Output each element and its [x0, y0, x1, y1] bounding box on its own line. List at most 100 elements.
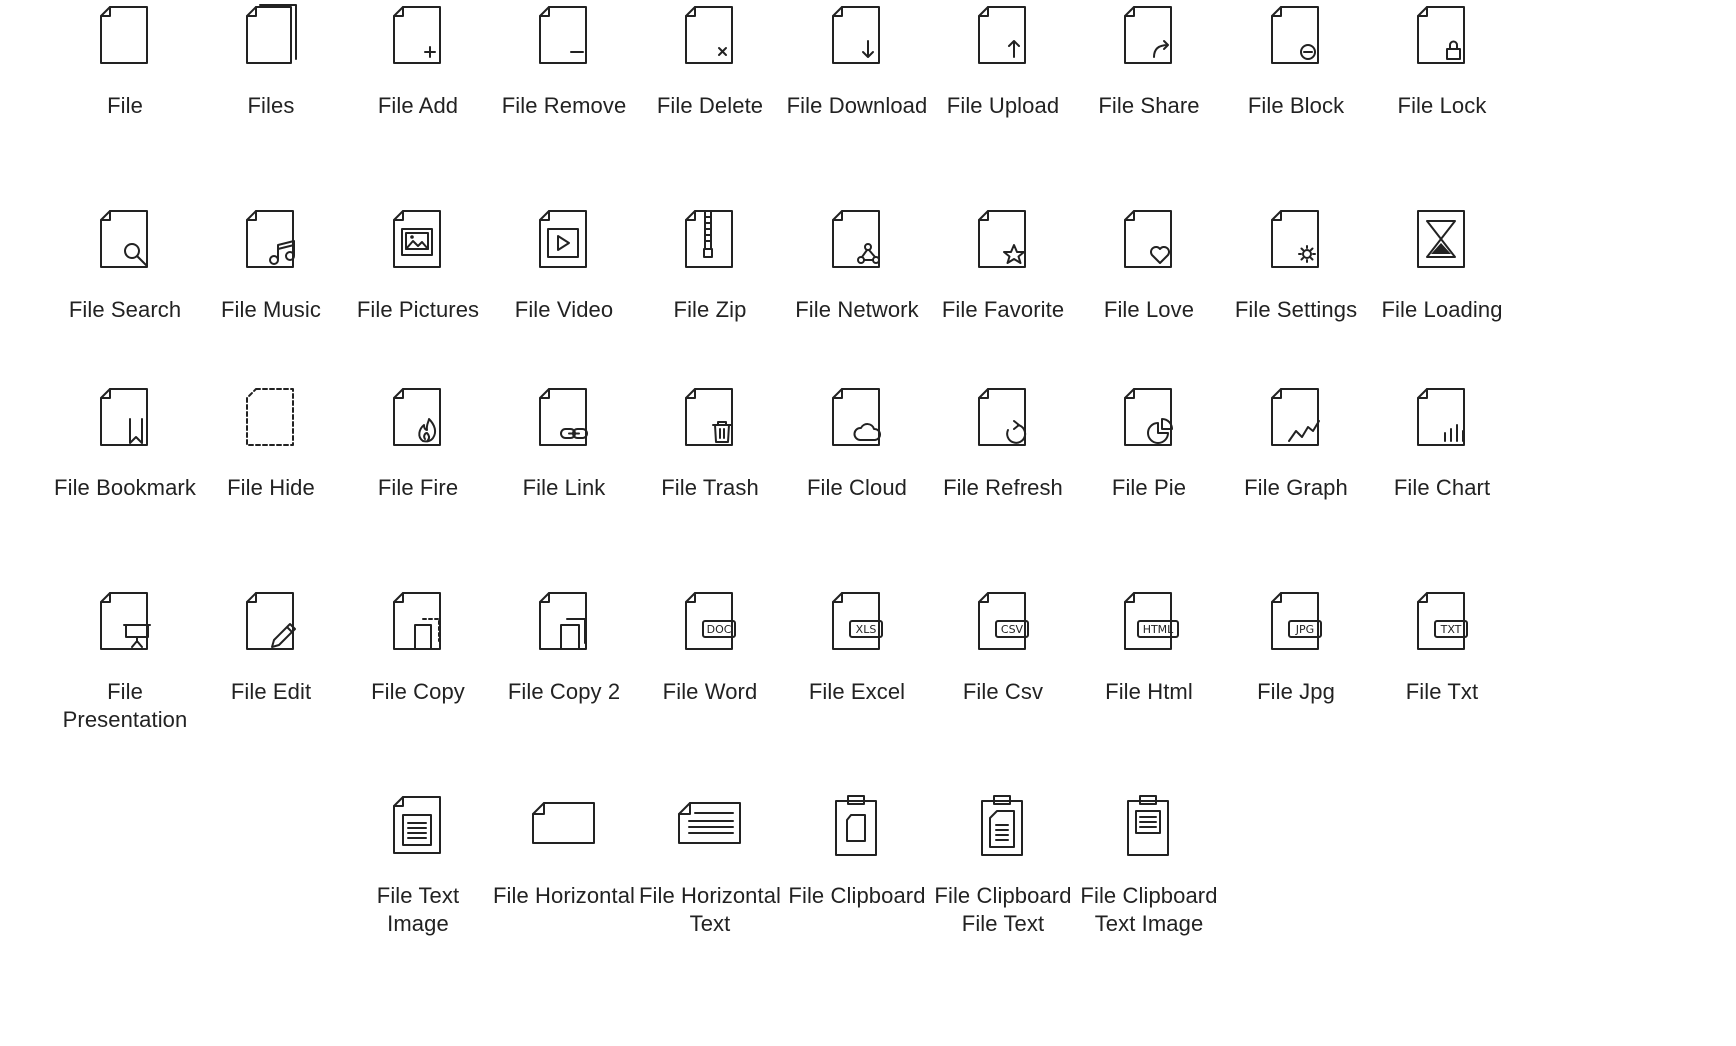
file-zip-icon [675, 204, 745, 274]
icon-tile: File Clipboard Text Image [1068, 790, 1230, 938]
icon-tile: File Download [776, 0, 938, 120]
icon-label: File Pictures [356, 297, 480, 322]
file-share-icon [1114, 0, 1184, 70]
file-clipboard-file-text-icon [968, 790, 1038, 860]
file-delete-icon [675, 0, 745, 70]
icon-tile: HTML File Html [1068, 586, 1230, 706]
icon-tile: File Delete [629, 0, 791, 120]
icon-tile: File Lock [1361, 0, 1523, 120]
file-block-icon [1261, 0, 1331, 70]
icon-sheet: File Files File Add File Remove File Delete F… [0, 0, 1736, 1046]
icon-tile: File Graph [1215, 382, 1377, 502]
file-horizontal-icon [529, 790, 599, 860]
svg-text:TXT: TXT [1440, 623, 1462, 636]
icon-tile: File Favorite [922, 204, 1084, 324]
file-clipboard-icon [822, 790, 892, 860]
icon-label: File Clipboard File Text [934, 883, 1072, 936]
icon-label: File Horizontal [492, 883, 636, 908]
svg-text:XLS: XLS [856, 623, 877, 636]
icon-label: File Hide [227, 475, 315, 500]
files-icon [236, 0, 306, 70]
icon-label: File Zip [673, 297, 747, 322]
icon-tile: File Loading [1361, 204, 1523, 324]
icon-label: File Remove [501, 93, 627, 118]
icon-label: File Settings [1234, 297, 1358, 322]
icon-tile: Files [190, 0, 352, 120]
file-txt-icon: TXT [1407, 586, 1477, 656]
file-upload-icon [968, 0, 1038, 70]
svg-text:DOC: DOC [707, 623, 732, 636]
file-bookmark-icon [90, 382, 160, 452]
svg-text:CSV: CSV [1001, 623, 1024, 636]
icon-label: File Share [1098, 93, 1200, 118]
icon-tile: File [44, 0, 206, 120]
icon-tile: File Presentation [44, 586, 206, 734]
file-jpg-icon: JPG [1261, 586, 1331, 656]
file-icon [90, 0, 160, 70]
icon-tile: CSV File Csv [922, 586, 1084, 706]
icon-label: File Music [220, 297, 321, 322]
icon-tile: File Cloud [776, 382, 938, 502]
icon-tile: TXT File Txt [1361, 586, 1523, 706]
file-html-icon: HTML [1114, 586, 1184, 656]
icon-label: File Refresh [943, 475, 1063, 500]
icon-tile: File Clipboard File Text [922, 790, 1084, 938]
icon-tile: XLS File Excel [776, 586, 938, 706]
icon-label: File Link [522, 475, 606, 500]
icon-label: File Upload [946, 93, 1060, 118]
file-music-icon [236, 204, 306, 274]
icon-tile: File Settings [1215, 204, 1377, 324]
file-clipboard-text-image-icon [1114, 790, 1184, 860]
icon-tile: File Link [483, 382, 645, 502]
icon-tile: File Copy [337, 586, 499, 706]
icon-label: File Pie [1111, 475, 1187, 500]
file-loading-icon [1407, 204, 1477, 274]
file-word-icon: DOC [675, 586, 745, 656]
icon-label: File Bookmark [54, 475, 196, 500]
file-excel-icon: XLS [822, 586, 892, 656]
icon-tile: File Refresh [922, 382, 1084, 502]
icon-label: File Video [514, 297, 614, 322]
file-remove-icon [529, 0, 599, 70]
icon-tile: File Edit [190, 586, 352, 706]
icon-tile: File Hide [190, 382, 352, 502]
file-horizontal-text-icon [675, 790, 745, 860]
svg-text:HTML: HTML [1143, 623, 1174, 636]
icon-tile: File Pie [1068, 382, 1230, 502]
file-chart-icon [1407, 382, 1477, 452]
file-pie-icon [1114, 382, 1184, 452]
icon-label: File Txt [1405, 679, 1479, 704]
svg-text:JPG: JPG [1295, 623, 1314, 636]
icon-tile: File Video [483, 204, 645, 324]
icon-label: File Block [1247, 93, 1345, 118]
icon-label: File Loading [1381, 297, 1503, 322]
icon-label: File Word [662, 679, 758, 704]
file-settings-icon [1261, 204, 1331, 274]
icon-tile: File Pictures [337, 204, 499, 324]
icon-tile: File Search [44, 204, 206, 324]
icon-label: File Love [1103, 297, 1195, 322]
icon-label: File Horizontal Text [638, 883, 782, 936]
file-copy-icon [383, 586, 453, 656]
file-lock-icon [1407, 0, 1477, 70]
file-video-icon [529, 204, 599, 274]
icon-label: File Favorite [941, 297, 1065, 322]
icon-tile: File Trash [629, 382, 791, 502]
icon-tile: File Love [1068, 204, 1230, 324]
icon-label: File Chart [1393, 475, 1491, 500]
icon-tile: File Upload [922, 0, 1084, 120]
icon-label: File Csv [962, 679, 1044, 704]
file-pictures-icon [383, 204, 453, 274]
icon-tile: File Fire [337, 382, 499, 502]
icon-label: File Lock [1397, 93, 1487, 118]
icon-label: File Add [377, 93, 459, 118]
file-favorite-icon [968, 204, 1038, 274]
icon-label: File Trash [661, 475, 759, 500]
file-fire-icon [383, 382, 453, 452]
icon-label: File Html [1105, 679, 1193, 704]
icon-label: File Download [786, 93, 928, 118]
icon-tile: File Remove [483, 0, 645, 120]
icon-label: File Search [68, 297, 182, 322]
icon-label: File Clipboard [788, 883, 926, 908]
icon-label: File [107, 93, 143, 118]
